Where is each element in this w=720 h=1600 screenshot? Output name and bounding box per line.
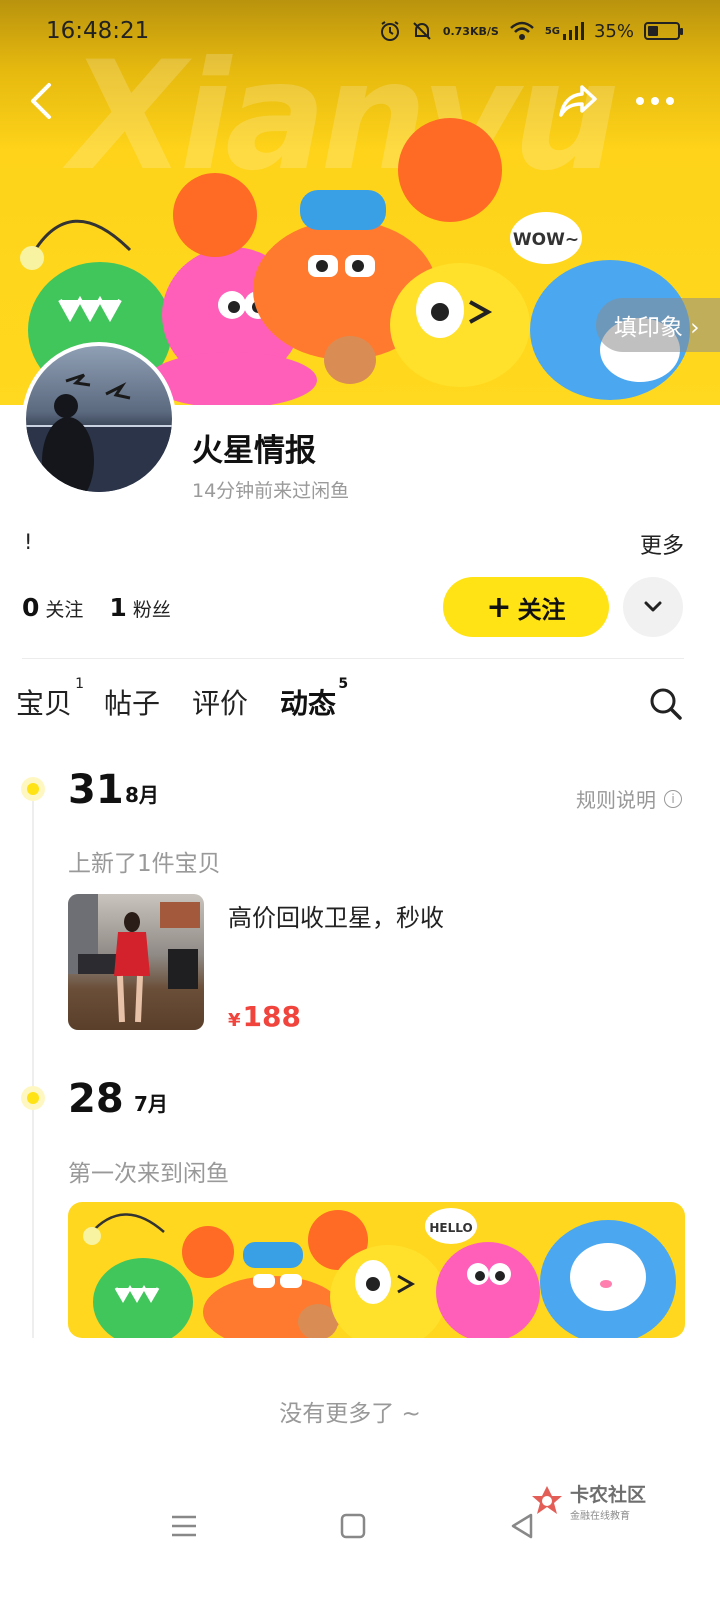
price-symbol: ¥: [228, 1010, 241, 1031]
hello-bubble-text: HELLO: [429, 1221, 472, 1235]
wow-bubble-text: WOW~: [513, 230, 579, 250]
back-button[interactable]: [16, 75, 68, 127]
bio-text: !: [24, 530, 33, 554]
avatar-image: [26, 373, 172, 492]
plus-icon: +: [486, 589, 512, 625]
more-options-button[interactable]: [628, 75, 682, 127]
more-dots-icon: [636, 97, 674, 105]
profile-tabs: 宝贝 1 帖子 评价 动态 5: [16, 676, 348, 724]
home-square-icon: [340, 1513, 366, 1539]
tab-items[interactable]: 宝贝 1: [16, 676, 84, 722]
nickname: 火星情报: [192, 433, 316, 469]
tab-items-count: 1: [75, 676, 85, 692]
search-button[interactable]: [646, 684, 686, 724]
info-icon: i: [664, 789, 682, 808]
timeline-dot: [21, 777, 45, 801]
kanong-logo-icon: [532, 1486, 562, 1514]
rules-link[interactable]: 规则说明 i: [576, 784, 682, 813]
status-bar: 16:48:21 0.73 KB/S 5G 35%: [0, 0, 720, 64]
welcome-banner[interactable]: HELLO: [68, 1202, 685, 1338]
following-count: 0: [22, 593, 40, 622]
share-button[interactable]: [552, 75, 604, 127]
timeline-day: 28: [68, 1076, 124, 1122]
tab-items-label: 宝贝: [16, 687, 73, 720]
search-icon: [650, 688, 682, 720]
follow-button-label: 关注: [517, 595, 566, 624]
watermark-title: 卡农社区: [570, 1484, 647, 1506]
tab-reviews[interactable]: 评价: [192, 682, 248, 722]
status-time: 16:48:21: [46, 18, 150, 44]
no-more-text: 没有更多了 ~: [279, 1401, 421, 1427]
tab-activity-count: 5: [338, 676, 349, 692]
battery-percent: 35%: [593, 20, 634, 42]
tab-activity[interactable]: 动态 5: [280, 676, 348, 722]
timeline-event: 第一次来到闲鱼: [68, 1161, 229, 1187]
home-button[interactable]: [331, 1504, 375, 1548]
signal-icon: 5G: [545, 20, 584, 42]
network-type: 5G: [544, 25, 560, 37]
watermark-logo: 卡农社区 金融在线教育: [530, 1480, 646, 1522]
item-photo: [68, 894, 200, 1023]
menu-button[interactable]: [162, 1504, 206, 1548]
timeline-dot: [21, 1086, 45, 1110]
follow-stats: 0 关注 1 粉丝: [22, 593, 171, 622]
avatar[interactable]: [22, 342, 176, 496]
follow-button[interactable]: + 关注: [443, 577, 609, 637]
tab-posts[interactable]: 帖子: [104, 682, 160, 722]
menu-icon: [172, 1515, 196, 1537]
chevron-down-icon: [644, 601, 662, 612]
expand-button[interactable]: [623, 577, 683, 637]
fill-impression-button[interactable]: 填印象 ›: [596, 298, 720, 352]
item-thumbnail[interactable]: [68, 894, 204, 1030]
welcome-mascots-illustration: HELLO: [83, 1208, 676, 1338]
tab-posts-label: 帖子: [104, 687, 161, 720]
timeline-month: 8月: [125, 783, 159, 807]
mute-bell-icon: [411, 20, 433, 42]
timeline-month: 7月: [134, 1092, 168, 1116]
wifi-icon: [509, 20, 535, 42]
following-label: 关注: [45, 599, 84, 621]
tab-reviews-label: 评价: [192, 687, 249, 720]
net-speed: 0.73 KB/S: [443, 26, 499, 37]
net-speed-value: 0.73: [442, 24, 470, 38]
timeline-event: 上新了1件宝贝: [68, 851, 221, 877]
followers-stat[interactable]: 1 粉丝: [109, 593, 170, 622]
share-icon: [559, 85, 597, 117]
item-price: ¥188: [228, 1000, 301, 1033]
timeline-day: 31: [68, 767, 124, 813]
divider: [22, 658, 684, 659]
back-arrow-icon: [31, 83, 51, 119]
timeline-line: [32, 790, 34, 1338]
more-link[interactable]: 更多: [640, 528, 684, 560]
following-stat[interactable]: 0 关注: [22, 593, 83, 622]
battery-level: [648, 26, 658, 36]
rules-label: 规则说明: [576, 788, 656, 812]
status-icons: 0.73 KB/S 5G 35%: [379, 17, 683, 45]
item-title[interactable]: 高价回收卫星，秒收: [228, 898, 444, 933]
followers-label: 粉丝: [132, 599, 171, 621]
price-value: 188: [242, 1000, 301, 1033]
tab-activity-label: 动态: [280, 687, 337, 720]
net-speed-unit: KB/S: [469, 24, 499, 38]
watermark-subtitle: 金融在线教育: [570, 1511, 630, 1522]
alarm-icon: [379, 20, 401, 42]
last-seen-text: 14分钟前来过闲鱼: [192, 480, 350, 502]
battery-icon: [644, 22, 683, 40]
followers-count: 1: [109, 593, 127, 622]
